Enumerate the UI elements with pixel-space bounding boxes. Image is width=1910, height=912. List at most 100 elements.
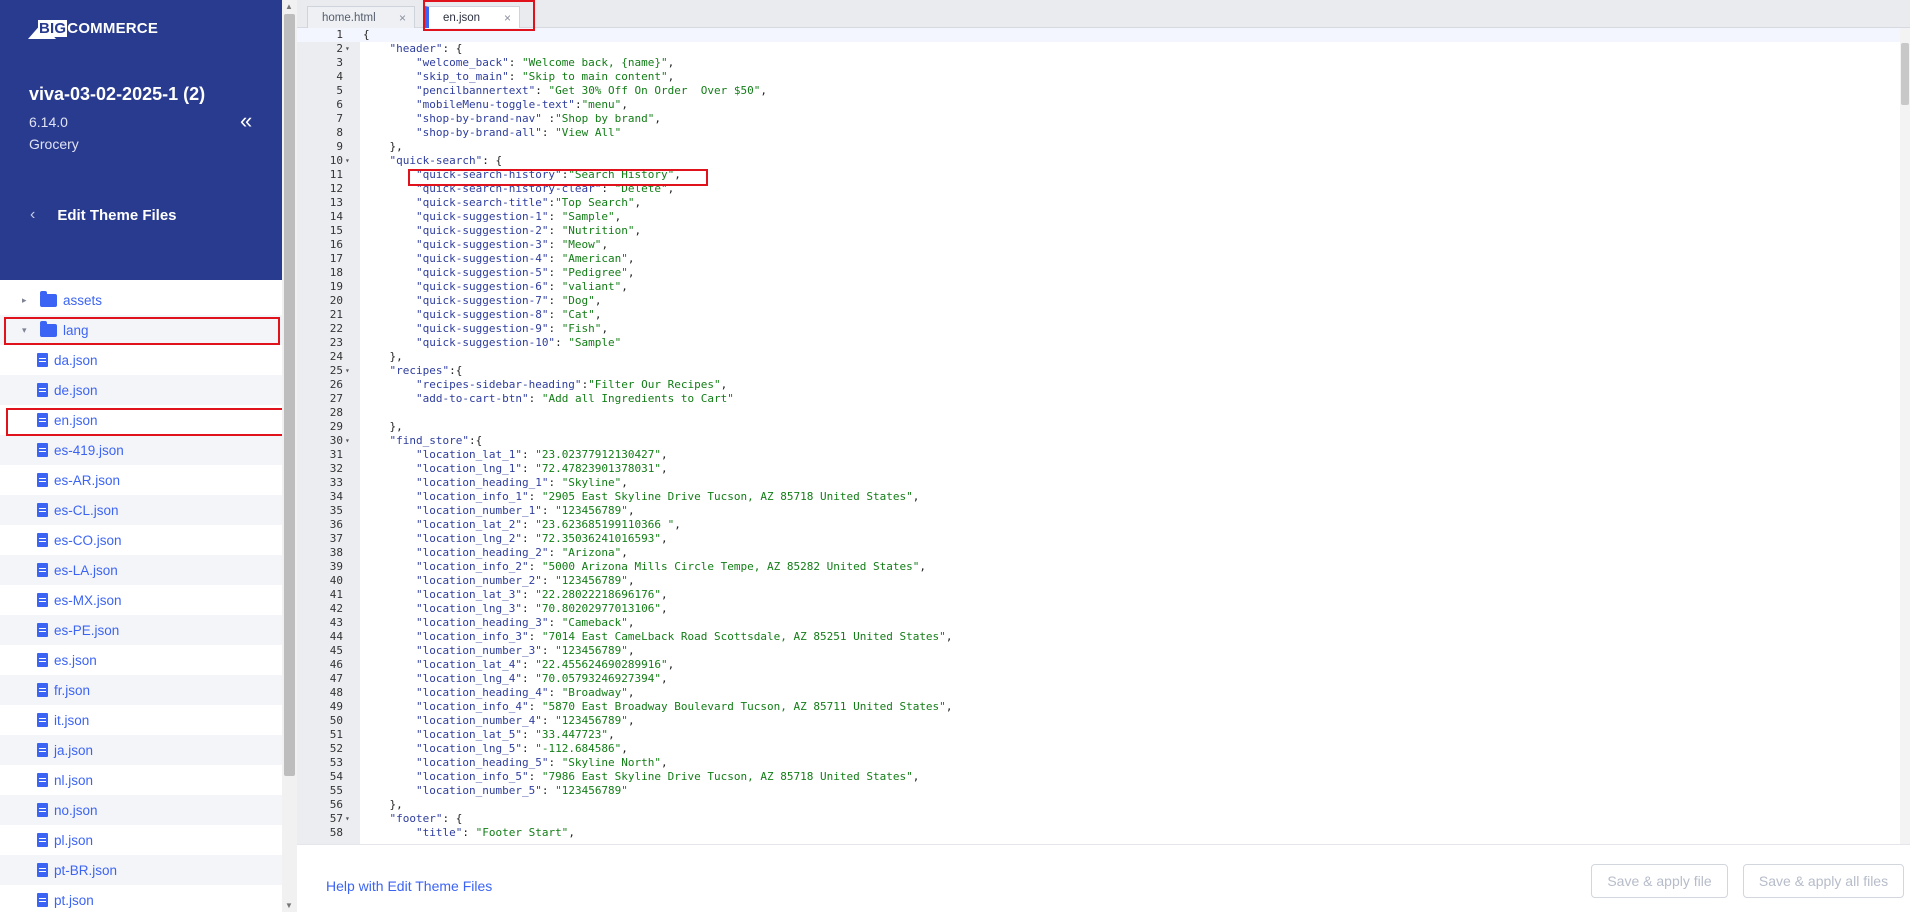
code-line[interactable]: 50 "location_number_4": "123456789",: [297, 714, 1910, 728]
code-line[interactable]: 43 "location_heading_3": "Cameback",: [297, 616, 1910, 630]
fold-toggle-icon[interactable]: ▾: [345, 154, 355, 168]
tree-item-it-json[interactable]: it.json: [0, 705, 282, 735]
tree-item-es-json[interactable]: es.json: [0, 645, 282, 675]
code-line[interactable]: 44 "location_info_3": "7014 East CameLba…: [297, 630, 1910, 644]
code-line[interactable]: 13 "quick-search-title":"Top Search",: [297, 196, 1910, 210]
code-line[interactable]: 27 "add-to-cart-btn": "Add all Ingredien…: [297, 392, 1910, 406]
code-line[interactable]: 32 "location_lng_1": "72.47823901378031"…: [297, 462, 1910, 476]
tree-item-es-ar-json[interactable]: es-AR.json: [0, 465, 282, 495]
tree-item-pl-json[interactable]: pl.json: [0, 825, 282, 855]
tab-home-html[interactable]: home.html ×: [307, 6, 415, 28]
code-line[interactable]: 39 "location_info_2": "5000 Arizona Mill…: [297, 560, 1910, 574]
code-line[interactable]: 22 "quick-suggestion-9": "Fish",: [297, 322, 1910, 336]
code-line[interactable]: 7 "shop-by-brand-nav" :"Shop by brand",: [297, 112, 1910, 126]
code-line[interactable]: 23 "quick-suggestion-10": "Sample": [297, 336, 1910, 350]
tree-item-pt-br-json[interactable]: pt-BR.json: [0, 855, 282, 885]
code-line[interactable]: 12 "quick-search-history-clear": "Delete…: [297, 182, 1910, 196]
code-line[interactable]: 19 "quick-suggestion-6": "valiant",: [297, 280, 1910, 294]
code-line[interactable]: 3 "welcome_back": "Welcome back, {name}"…: [297, 56, 1910, 70]
tree-item-da-json[interactable]: da.json: [0, 345, 282, 375]
code-line[interactable]: 24 },: [297, 350, 1910, 364]
code-line[interactable]: 55 "location_number_5": "123456789": [297, 784, 1910, 798]
tree-item-en-json[interactable]: en.json: [0, 405, 282, 435]
caret-right-icon[interactable]: ▸: [22, 295, 32, 306]
scroll-up-icon[interactable]: ▲: [285, 2, 293, 11]
editor-scrollbar[interactable]: [1900, 28, 1910, 844]
tree-item-es-la-json[interactable]: es-LA.json: [0, 555, 282, 585]
code-line[interactable]: 30 ▾ "find_store":{: [297, 434, 1910, 448]
code-line[interactable]: 52 "location_lng_5": "-112.684586",: [297, 742, 1910, 756]
editor-scroll-thumb[interactable]: [1901, 43, 1909, 105]
sidebar-scrollbar[interactable]: ▲ ▼: [282, 0, 297, 912]
code-line[interactable]: 20 "quick-suggestion-7": "Dog",: [297, 294, 1910, 308]
code-line[interactable]: 15 "quick-suggestion-2": "Nutrition",: [297, 224, 1910, 238]
tab-en-json[interactable]: en.json ×: [425, 6, 520, 28]
code-line[interactable]: 8 "shop-by-brand-all": "View All": [297, 126, 1910, 140]
code-line[interactable]: 42 "location_lng_3": "70.80202977013106"…: [297, 602, 1910, 616]
code-line[interactable]: 17 "quick-suggestion-4": "American",: [297, 252, 1910, 266]
tree-item-fr-json[interactable]: fr.json: [0, 675, 282, 705]
code-lines[interactable]: 1{2 ▾ "header": {3 "welcome_back": "Welco…: [297, 28, 1910, 840]
code-line[interactable]: 1{: [297, 28, 1910, 42]
code-line[interactable]: 31 "location_lat_1": "23.02377912130427"…: [297, 448, 1910, 462]
code-line[interactable]: 28: [297, 406, 1910, 420]
caret-down-icon[interactable]: ▾: [22, 325, 32, 336]
fold-toggle-icon[interactable]: ▾: [345, 42, 355, 56]
save-apply-file-button[interactable]: Save & apply file: [1591, 864, 1728, 898]
code-line[interactable]: 45 "location_number_3": "123456789",: [297, 644, 1910, 658]
code-line[interactable]: 47 "location_lng_4": "70.05793246927394"…: [297, 672, 1910, 686]
code-line[interactable]: 26 "recipes-sidebar-heading":"Filter Our…: [297, 378, 1910, 392]
code-line[interactable]: 6 "mobileMenu-toggle-text":"menu",: [297, 98, 1910, 112]
fold-toggle-icon[interactable]: ▾: [345, 812, 355, 826]
close-icon[interactable]: ×: [504, 11, 511, 25]
code-line[interactable]: 4 "skip_to_main": "Skip to main content"…: [297, 70, 1910, 84]
scroll-down-icon[interactable]: ▼: [285, 901, 293, 910]
code-line[interactable]: 37 "location_lng_2": "72.35036241016593"…: [297, 532, 1910, 546]
code-line[interactable]: 49 "location_info_4": "5870 East Broadwa…: [297, 700, 1910, 714]
code-line[interactable]: 25 ▾ "recipes":{: [297, 364, 1910, 378]
code-line[interactable]: 48 "location_heading_4": "Broadway",: [297, 686, 1910, 700]
code-line[interactable]: 41 "location_lat_3": "22.28022218696176"…: [297, 588, 1910, 602]
code-line[interactable]: 46 "location_lat_4": "22.455624690289916…: [297, 658, 1910, 672]
code-line[interactable]: 9 },: [297, 140, 1910, 154]
tree-item-es-mx-json[interactable]: es-MX.json: [0, 585, 282, 615]
tree-item-pt-json[interactable]: pt.json: [0, 885, 282, 912]
edit-theme-files-back-button[interactable]: ‹ Edit Theme Files: [30, 206, 177, 224]
tree-item-lang[interactable]: ▾ lang: [0, 315, 282, 345]
code-line[interactable]: 35 "location_number_1": "123456789",: [297, 504, 1910, 518]
code-line[interactable]: 33 "location_heading_1": "Skyline",: [297, 476, 1910, 490]
help-link[interactable]: Help with Edit Theme Files: [326, 878, 492, 894]
tree-item-es-419-json[interactable]: es-419.json: [0, 435, 282, 465]
code-line[interactable]: 53 "location_heading_5": "Skyline North"…: [297, 756, 1910, 770]
code-line[interactable]: 56 },: [297, 798, 1910, 812]
code-line[interactable]: 29 },: [297, 420, 1910, 434]
code-line[interactable]: 38 "location_heading_2": "Arizona",: [297, 546, 1910, 560]
code-line[interactable]: 54 "location_info_5": "7986 East Skyline…: [297, 770, 1910, 784]
tree-item-es-pe-json[interactable]: es-PE.json: [0, 615, 282, 645]
code-line[interactable]: 14 "quick-suggestion-1": "Sample",: [297, 210, 1910, 224]
tree-item-nl-json[interactable]: nl.json: [0, 765, 282, 795]
code-line[interactable]: 21 "quick-suggestion-8": "Cat",: [297, 308, 1910, 322]
collapse-sidebar-icon[interactable]: «: [240, 110, 252, 132]
save-apply-all-files-button[interactable]: Save & apply all files: [1743, 864, 1904, 898]
tree-item-de-json[interactable]: de.json: [0, 375, 282, 405]
tree-item-es-co-json[interactable]: es-CO.json: [0, 525, 282, 555]
code-line[interactable]: 34 "location_info_1": "2905 East Skyline…: [297, 490, 1910, 504]
close-icon[interactable]: ×: [399, 11, 406, 25]
tree-item-ja-json[interactable]: ja.json: [0, 735, 282, 765]
tree-item-assets[interactable]: ▸ assets: [0, 285, 282, 315]
code-line[interactable]: 58 "title": "Footer Start",: [297, 826, 1910, 840]
code-line[interactable]: 36 "location_lat_2": "23.623685199110366…: [297, 518, 1910, 532]
code-line[interactable]: 57 ▾ "footer": {: [297, 812, 1910, 826]
fold-toggle-icon[interactable]: ▾: [345, 434, 355, 448]
code-line[interactable]: 40 "location_number_2": "123456789",: [297, 574, 1910, 588]
code-line[interactable]: 16 "quick-suggestion-3": "Meow",: [297, 238, 1910, 252]
code-line[interactable]: 2 ▾ "header": {: [297, 42, 1910, 56]
tree-item-no-json[interactable]: no.json: [0, 795, 282, 825]
code-line[interactable]: 18 "quick-suggestion-5": "Pedigree",: [297, 266, 1910, 280]
code-line[interactable]: 5 "pencilbannertext": "Get 30% Off On Or…: [297, 84, 1910, 98]
code-line[interactable]: 51 "location_lat_5": "33.447723",: [297, 728, 1910, 742]
code-line[interactable]: 10 ▾ "quick-search": {: [297, 154, 1910, 168]
tree-item-es-cl-json[interactable]: es-CL.json: [0, 495, 282, 525]
fold-toggle-icon[interactable]: ▾: [345, 364, 355, 378]
